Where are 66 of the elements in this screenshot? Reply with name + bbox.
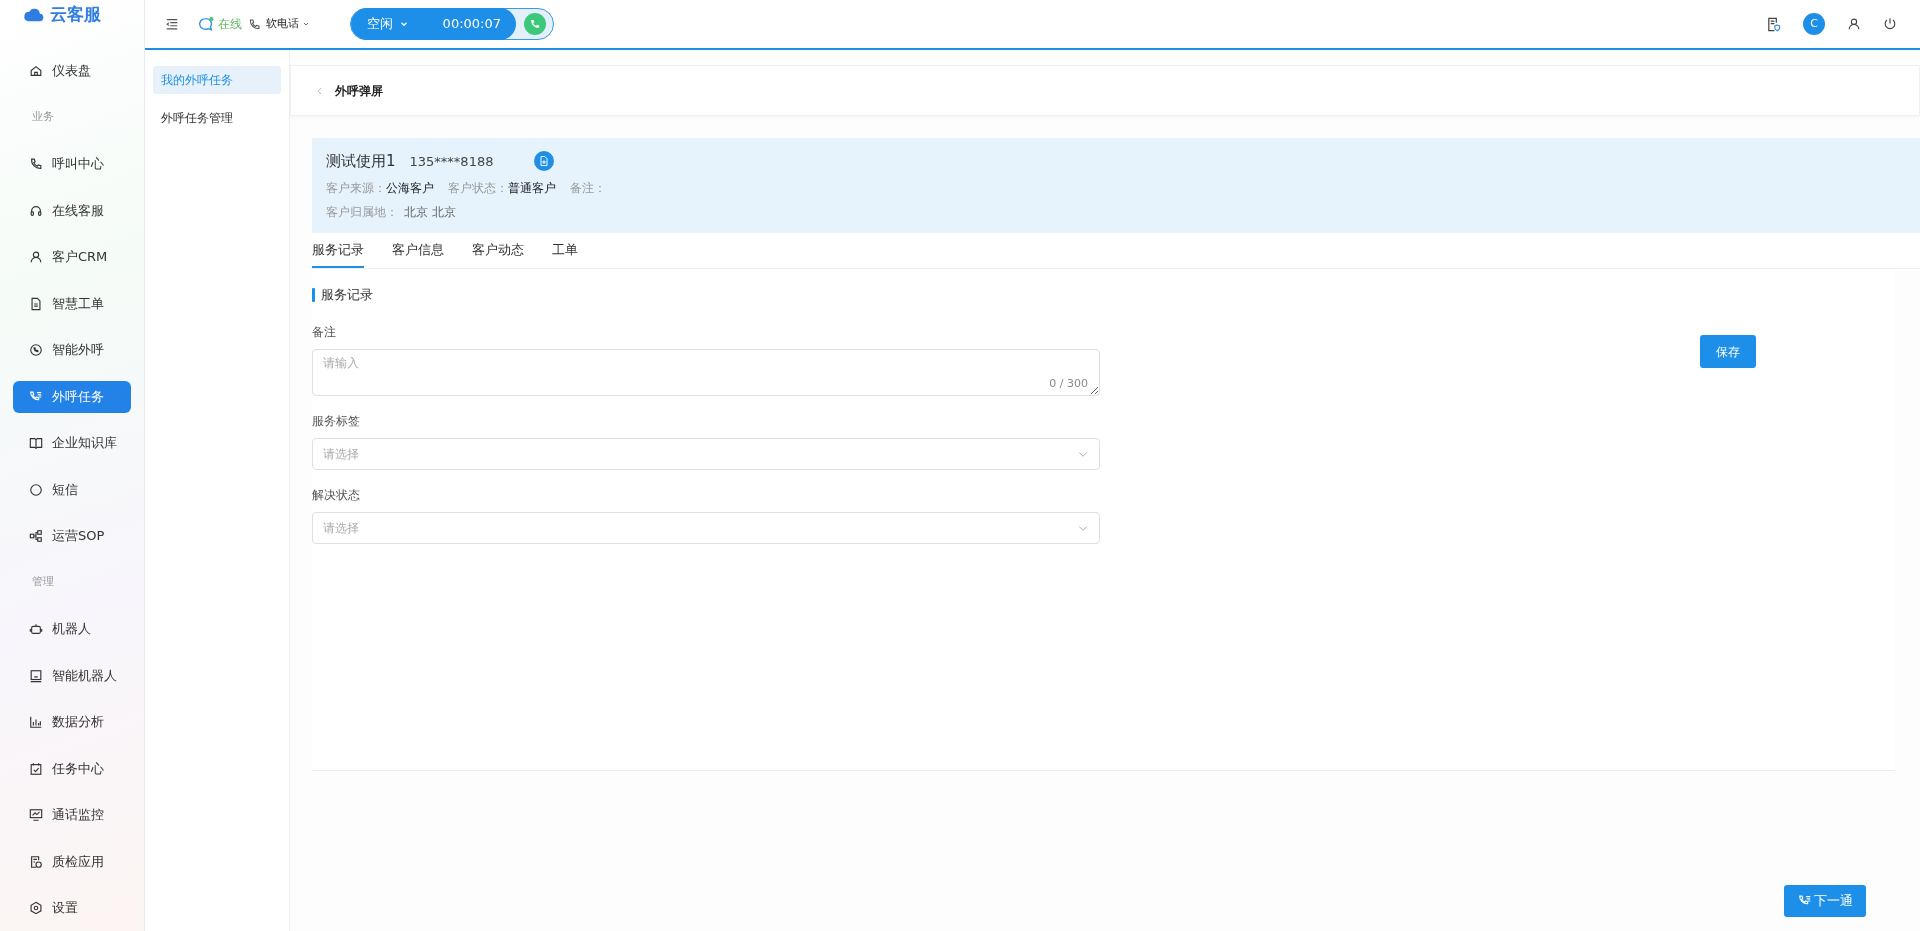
- customer-field: 客户来源：公海客户: [326, 178, 434, 197]
- page-title: 外呼弹屏: [335, 82, 383, 100]
- monitor-chart-icon: [29, 808, 43, 822]
- sidebar-item[interactable]: 智能外呼: [13, 334, 131, 366]
- field-label: 服务标签: [312, 412, 361, 430]
- character-counter: 0 / 300: [1049, 376, 1088, 392]
- book-icon: [29, 436, 43, 450]
- headset-icon: [29, 203, 43, 218]
- sidebar-item[interactable]: 机器人: [13, 613, 131, 645]
- phone-icon: [248, 17, 261, 31]
- add-document-button[interactable]: [534, 151, 555, 172]
- section-label: 管理: [31, 574, 55, 591]
- user-icon: [29, 250, 43, 264]
- phone-icon: [529, 18, 541, 30]
- subnav-item[interactable]: 外呼任务管理: [153, 104, 281, 132]
- customer-field: 客户状态：普通客户: [448, 178, 556, 197]
- tab[interactable]: 工单: [552, 239, 578, 268]
- sidebar-item[interactable]: 呼叫中心: [13, 148, 131, 180]
- flow-icon: [29, 529, 43, 543]
- field-label: 备注: [312, 323, 337, 341]
- sidebar-item[interactable]: 智能机器人: [13, 659, 131, 692]
- sidebar-item[interactable]: 仪表盘: [13, 55, 131, 87]
- chat-status-icon: [197, 15, 214, 33]
- call-button[interactable]: [524, 13, 546, 35]
- customer-field: 客户归属地： 北京 北京: [326, 202, 456, 221]
- bar-chart-icon: [29, 715, 43, 729]
- calendar-check-icon: [29, 761, 43, 776]
- sidebar-item[interactable]: 设置: [13, 892, 131, 924]
- section-marker: [312, 287, 315, 302]
- section-label: 业务: [31, 109, 55, 126]
- robot-icon: [29, 622, 43, 636]
- field-label: 解决状态: [312, 486, 361, 504]
- caret-icon: [302, 20, 310, 28]
- sidebar-item[interactable]: 通话监控: [13, 799, 131, 831]
- sidebar-item[interactable]: 数据分析: [13, 706, 131, 738]
- sidebar-item[interactable]: 客户CRM: [13, 241, 131, 273]
- sidebar-item[interactable]: 运营SOP: [13, 520, 131, 552]
- sidebar-item[interactable]: 质检应用: [13, 845, 131, 878]
- phone-icon: [29, 157, 43, 171]
- back-chevron-icon: [315, 85, 325, 96]
- power-icon: [1883, 17, 1897, 31]
- chat-phone-icon: [29, 343, 43, 357]
- tab[interactable]: 客户动态: [472, 239, 524, 268]
- home-icon: [29, 64, 43, 78]
- sidebar-item[interactable]: 在线客服: [13, 194, 131, 227]
- customer-field: 备注：: [570, 178, 606, 197]
- document-icon: [29, 296, 43, 311]
- logo-text: 云客服: [50, 3, 101, 27]
- phone-mode-dropdown[interactable]: 软电话: [266, 15, 310, 33]
- user-icon: [1847, 17, 1861, 31]
- menu-collapse-icon: [165, 17, 179, 31]
- screen-face-icon: [29, 668, 43, 683]
- sidebar-item[interactable]: 智慧工单: [13, 287, 131, 320]
- customer-phone: 135****8188: [409, 152, 494, 171]
- document-shield-icon: [1766, 16, 1781, 32]
- call-timer: 00:00:07: [442, 15, 501, 34]
- document-badge-icon: [29, 854, 43, 869]
- section-title: 服务记录: [321, 286, 373, 304]
- settings-icon: [29, 901, 43, 915]
- sidebar-item[interactable]: 任务中心: [13, 752, 131, 785]
- tab[interactable]: 客户信息: [392, 239, 444, 268]
- sidebar-item[interactable]: 短信: [13, 473, 131, 506]
- document-plus-icon: [538, 155, 551, 168]
- sidebar-item[interactable]: 企业知识库: [13, 427, 131, 459]
- sidebar-item[interactable]: 外呼任务: [13, 380, 131, 413]
- customer-name: 测试使用1: [326, 151, 396, 172]
